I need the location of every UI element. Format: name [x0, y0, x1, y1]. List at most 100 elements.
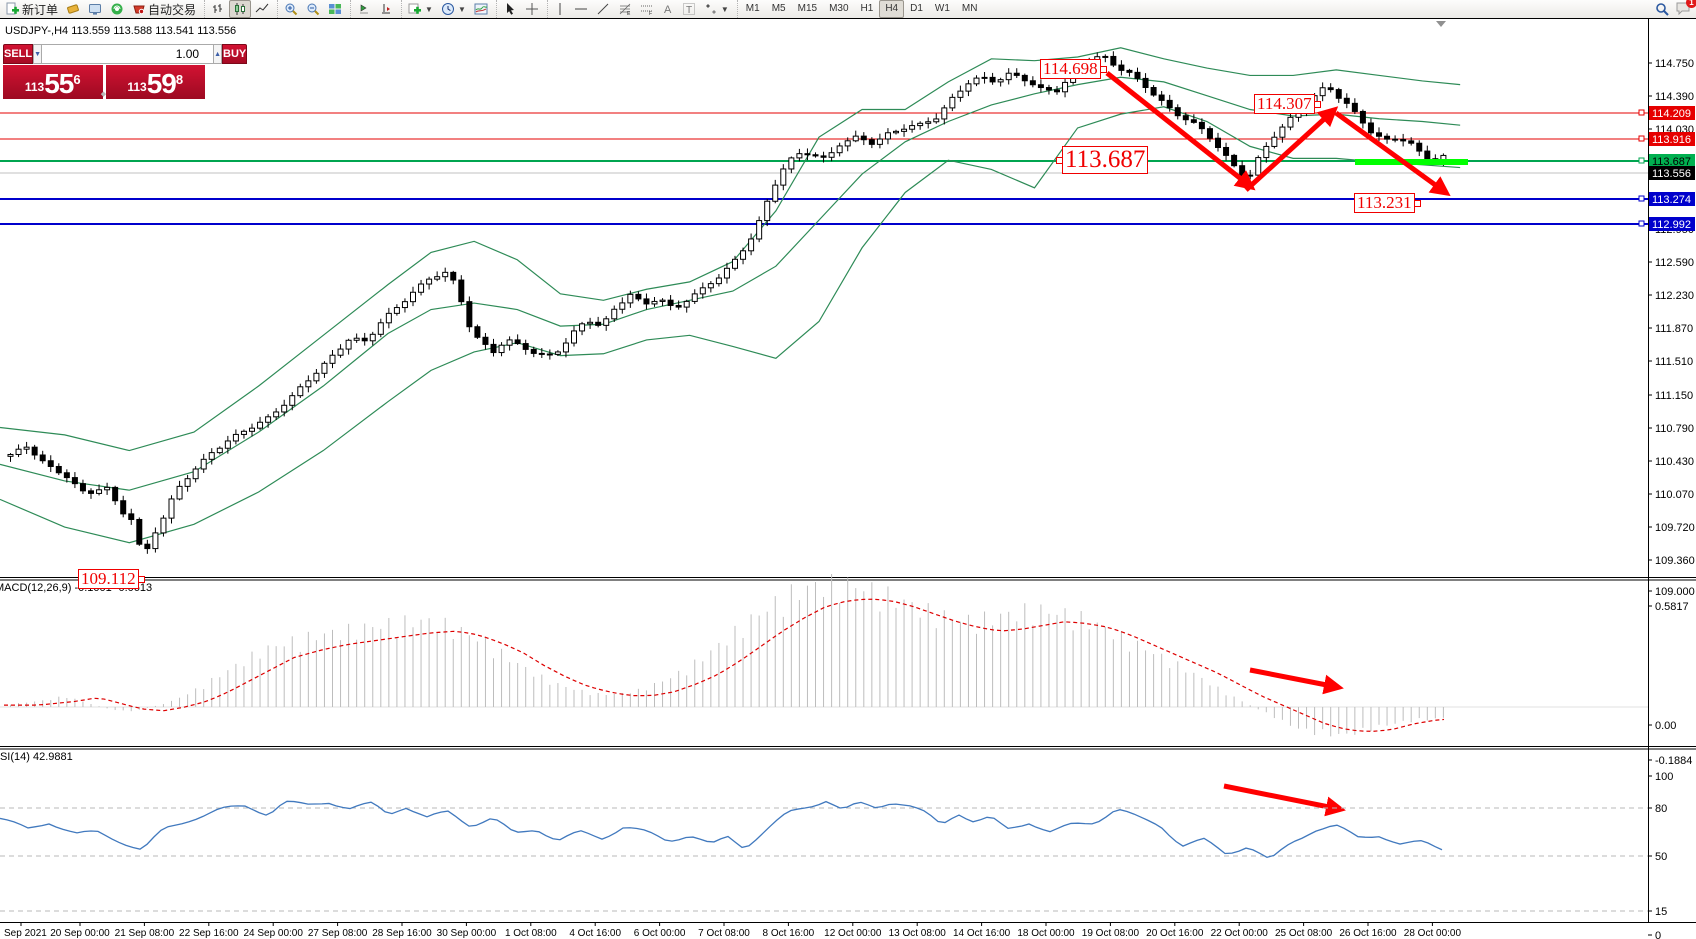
candle-body: [588, 322, 593, 324]
sell-button[interactable]: SELL: [3, 44, 33, 64]
buy-button[interactable]: BUY: [222, 44, 247, 64]
channel-button[interactable]: F: [636, 0, 658, 18]
chart-shift-button[interactable]: [375, 0, 397, 18]
time-label: 14 Oct 16:00: [953, 928, 1011, 939]
timeframe-button-h4[interactable]: H4: [879, 0, 904, 18]
time-label: 13 Oct 08:00: [889, 928, 947, 939]
candle-body: [692, 294, 697, 302]
hline-anchor-square: [1639, 136, 1644, 141]
timeframe-button-mn[interactable]: MN: [956, 0, 984, 18]
timeframe-button-w1[interactable]: W1: [929, 0, 956, 18]
candle-body: [354, 338, 359, 340]
shapes-button[interactable]: ▼: [700, 0, 733, 18]
candle-body: [1385, 136, 1390, 139]
candle-body: [998, 80, 1003, 82]
candle-body: [161, 518, 166, 533]
search-icon[interactable]: [1655, 2, 1670, 17]
volume-decrease-button[interactable]: ▼: [33, 44, 42, 64]
timeframe-button-m1[interactable]: M1: [740, 0, 766, 18]
tile-windows-button[interactable]: [324, 0, 346, 18]
chart-shift-marker-icon[interactable]: [1436, 21, 1446, 27]
candle-body: [24, 447, 29, 449]
hline-icon: [574, 2, 588, 16]
price-line-label: 112.992: [1652, 219, 1691, 231]
candle-body: [72, 478, 77, 484]
bar-chart-button[interactable]: [207, 0, 229, 18]
autotrading-button[interactable]: 自动交易: [128, 0, 200, 18]
text-button[interactable]: A: [658, 0, 678, 18]
candlestick-chart-icon: [233, 2, 247, 16]
line-chart-button[interactable]: [251, 0, 273, 18]
timeframe-button-m5[interactable]: M5: [766, 0, 792, 18]
chart-canvas[interactable]: 114.750114.390114.030112.950112.590112.2…: [0, 18, 1696, 939]
price-annotation-109.112[interactable]: 109.112: [78, 569, 139, 589]
candle-body: [1063, 82, 1068, 91]
auto-scroll-icon: [357, 2, 371, 16]
candle-body: [845, 141, 850, 146]
timeframe-button-m30[interactable]: M30: [823, 0, 854, 18]
indicators-button[interactable]: ▼: [404, 0, 437, 18]
toolbar-section-pointer: [496, 0, 545, 18]
candlestick-chart-button[interactable]: [229, 0, 251, 18]
zoom-in-button[interactable]: [280, 0, 302, 18]
zoom-out-icon: [306, 2, 320, 16]
time-label: 7 Oct 08:00: [698, 928, 750, 939]
new-order-button[interactable]: 新订单: [2, 0, 62, 18]
time-label: 21 Sep 08:00: [115, 928, 175, 939]
candle-body: [1240, 166, 1245, 176]
candle-body: [926, 122, 931, 124]
auto-scroll-button[interactable]: [353, 0, 375, 18]
terminal-button[interactable]: [84, 0, 106, 18]
candle-body: [749, 239, 754, 251]
price-annotation-114.307[interactable]: 114.307: [1254, 94, 1315, 114]
eraser-icon: [66, 2, 80, 16]
candle-body: [716, 278, 721, 284]
zoom-out-button[interactable]: [302, 0, 324, 18]
crosshair-button[interactable]: [521, 0, 543, 18]
price-tick-label: 114.390: [1655, 91, 1694, 103]
price-annotation-114.698[interactable]: 114.698: [1040, 59, 1101, 79]
timeframe-button-m15[interactable]: M15: [792, 0, 823, 18]
hline-anchor-square: [1639, 110, 1644, 115]
candle-body: [676, 305, 681, 307]
candle-body: [652, 301, 657, 304]
svg-text:T: T: [686, 5, 692, 16]
trendline-button[interactable]: [592, 0, 614, 18]
time-label: 12 Oct 00:00: [824, 928, 882, 939]
label-button[interactable]: T: [678, 0, 700, 18]
candle-body: [1232, 155, 1237, 165]
notifications-button[interactable]: 1: [1676, 1, 1692, 18]
candle-body: [958, 91, 963, 97]
periods-button[interactable]: ▼: [437, 0, 470, 18]
vline-button[interactable]: [550, 0, 570, 18]
eraser-button[interactable]: [62, 0, 84, 18]
volume-input[interactable]: [42, 44, 213, 64]
timeframe-button-h1[interactable]: H1: [855, 0, 880, 18]
cursor-button[interactable]: [499, 0, 521, 18]
timeframe-button-d1[interactable]: D1: [904, 0, 929, 18]
candle-body: [298, 387, 303, 396]
price-tick-label: 114.750: [1655, 58, 1694, 70]
rsi-scale-label: 0: [1655, 930, 1661, 939]
fibonacci-button[interactable]: E: [614, 0, 636, 18]
candle-body: [121, 501, 126, 514]
price-annotation-113.687[interactable]: 113.687: [1062, 146, 1148, 174]
annotation-anchor-square: [1100, 66, 1107, 73]
templates-button[interactable]: [470, 0, 492, 18]
price-line-label: 113.556: [1652, 168, 1691, 180]
price-annotation-113.231[interactable]: 113.231: [1354, 193, 1415, 213]
rsi-scale-label: 50: [1655, 851, 1667, 863]
sell-price-panel[interactable]: 113 55 6: [3, 65, 103, 99]
candle-body: [974, 78, 979, 84]
volume-increase-button[interactable]: ▲: [213, 44, 222, 64]
candle-body: [781, 169, 786, 185]
signal-button[interactable]: [106, 0, 128, 18]
candle-body: [499, 345, 504, 352]
time-label: 19 Oct 08:00: [1082, 928, 1140, 939]
hline-button[interactable]: [570, 0, 592, 18]
candle-body: [394, 308, 399, 314]
candle-body: [419, 284, 424, 292]
candle-body: [1328, 88, 1333, 90]
candle-body: [435, 277, 440, 279]
buy-price-panel[interactable]: 113 59 8: [106, 65, 206, 99]
